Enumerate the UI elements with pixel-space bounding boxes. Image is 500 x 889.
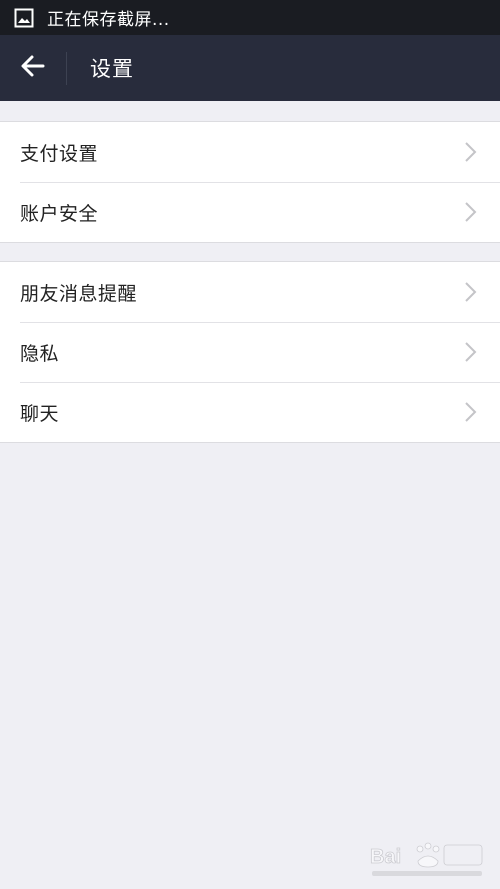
watermark-logo: Bai: [368, 837, 488, 881]
chevron-right-icon: [464, 341, 478, 363]
settings-group-2: 朋友消息提醒 隐私 聊天: [0, 261, 500, 443]
settings-item-label: 朋友消息提醒: [20, 282, 138, 305]
settings-group-1: 支付设置 账户安全: [0, 121, 500, 243]
chevron-right-icon: [464, 201, 478, 223]
app-bar: 设置: [0, 35, 500, 101]
status-text: 正在保存截屏...: [47, 10, 170, 30]
svg-text:Bai: Bai: [370, 846, 401, 868]
page-title: 设置: [90, 57, 134, 81]
status-bar: 正在保存截屏...: [0, 0, 500, 35]
settings-item-payment[interactable]: 支付设置: [0, 122, 500, 182]
chevron-right-icon: [464, 141, 478, 163]
settings-item-privacy[interactable]: 隐私: [0, 322, 500, 382]
settings-item-label: 聊天: [20, 402, 60, 425]
back-button[interactable]: [0, 35, 66, 101]
settings-item-label: 支付设置: [20, 142, 99, 165]
settings-item-account-security[interactable]: 账户安全: [0, 182, 500, 242]
settings-item-label: 账户安全: [20, 202, 99, 225]
settings-item-chat[interactable]: 聊天: [0, 382, 500, 442]
app-bar-divider: [66, 51, 67, 85]
settings-item-friend-notifications[interactable]: 朋友消息提醒: [0, 262, 500, 322]
arrow-left-icon: [20, 53, 46, 83]
chevron-right-icon: [464, 281, 478, 303]
chevron-right-icon: [464, 401, 478, 423]
settings-item-label: 隐私: [20, 342, 60, 365]
image-icon: [14, 8, 34, 28]
